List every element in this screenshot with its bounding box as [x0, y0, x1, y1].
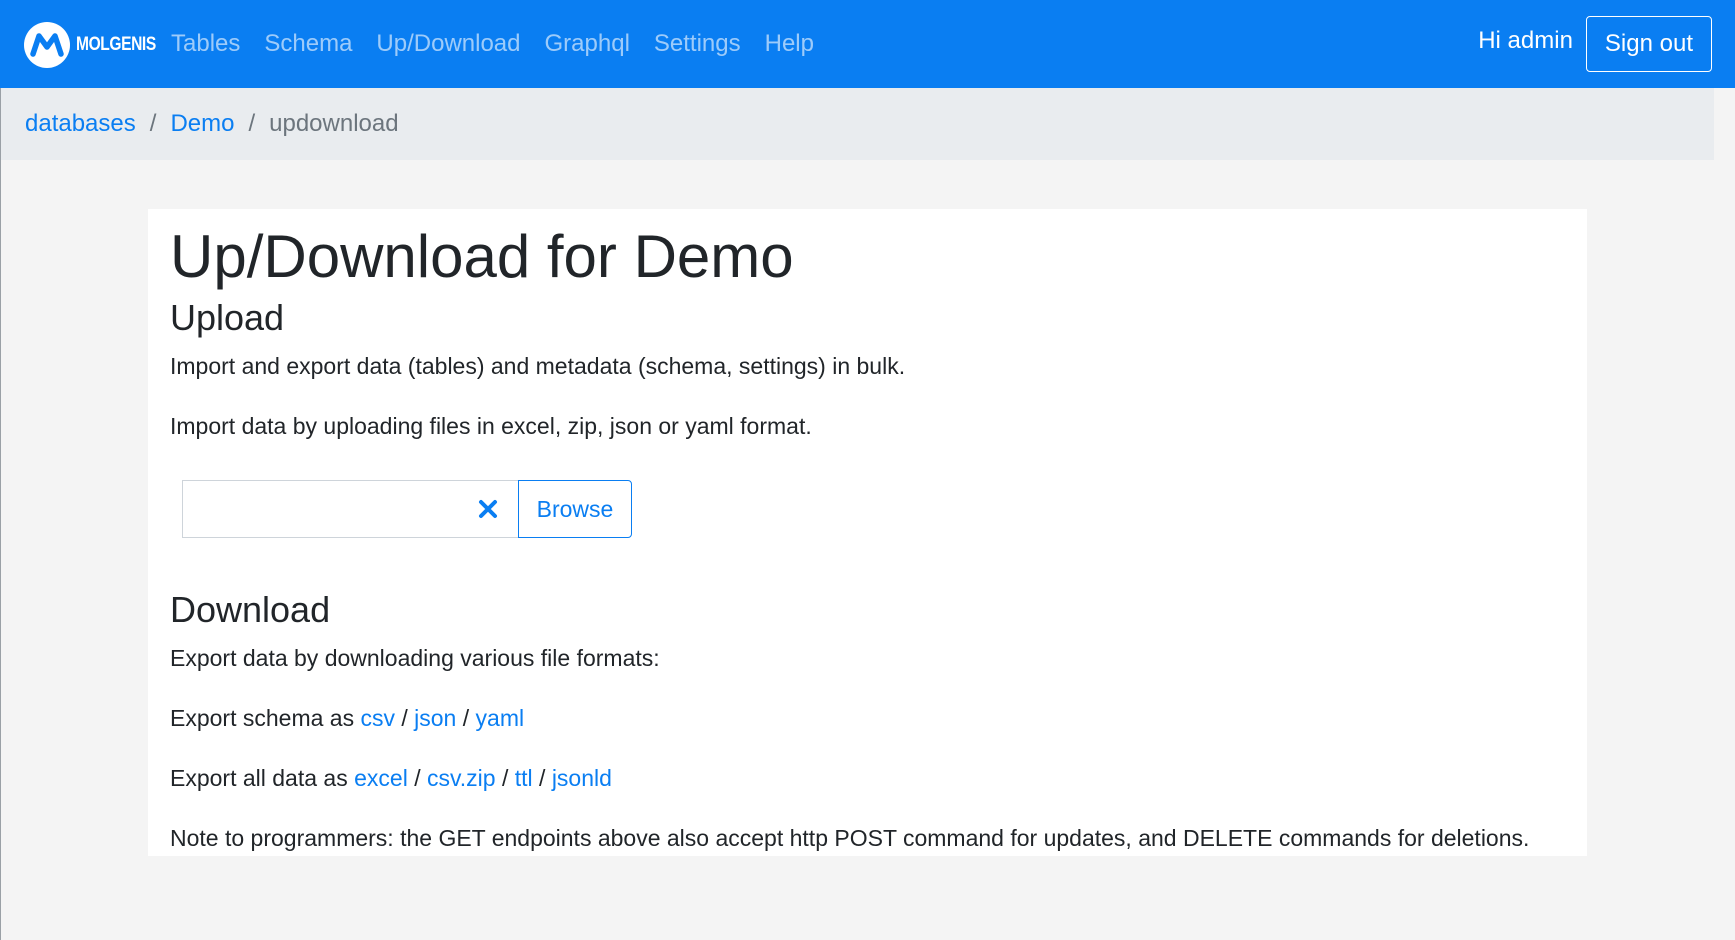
export-schema-yaml-link[interactable]: yaml	[476, 705, 525, 731]
export-data-label: Export all data as	[170, 765, 348, 791]
breadcrumb-separator: /	[248, 110, 256, 137]
export-schema-label: Export schema as	[170, 705, 355, 731]
browse-button[interactable]: Browse	[518, 480, 632, 538]
content-card: Up/Download for Demo Upload Import and e…	[148, 209, 1587, 856]
upload-instructions: Import data by uploading files in excel,…	[170, 413, 812, 439]
upload-intro: Import and export data (tables) and meta…	[170, 353, 906, 379]
account-area: Hi admin Sign out	[1478, 16, 1712, 72]
export-schema-json-link[interactable]: json	[414, 705, 456, 731]
upload-heading: Upload	[170, 297, 285, 338]
export-data-jsonld-link[interactable]: jsonld	[552, 765, 612, 791]
export-data-ttl-link[interactable]: ttl	[515, 765, 533, 791]
brand-name: MOLGENIS	[76, 34, 156, 55]
format-separator: /	[401, 705, 408, 731]
clear-icon[interactable]	[478, 499, 498, 519]
file-input[interactable]	[182, 480, 518, 538]
export-data-excel-link[interactable]: excel	[354, 765, 408, 791]
nav-link-updownload[interactable]: Up/Download	[376, 30, 520, 58]
export-data-line: Export all data as excel / csv.zip / ttl…	[170, 762, 612, 794]
nav-link-tables[interactable]: Tables	[171, 30, 240, 58]
programmer-note: Note to programmers: the GET endpoints a…	[170, 825, 1530, 851]
page-title: Up/Download for Demo	[170, 223, 794, 290]
download-heading: Download	[170, 589, 331, 630]
nav-link-schema[interactable]: Schema	[264, 30, 352, 58]
breadcrumb: databases / Demo / updownload	[1, 88, 1714, 160]
breadcrumb-current: updownload	[269, 110, 399, 137]
top-navbar: MOLGENIS Tables Schema Up/Download Graph…	[0, 0, 1735, 88]
main-nav: Tables Schema Up/Download Graphql Settin…	[171, 0, 838, 88]
format-separator: /	[539, 765, 546, 791]
user-greeting: Hi admin	[1478, 27, 1573, 54]
download-intro: Export data by downloading various file …	[170, 645, 660, 671]
nav-link-graphql[interactable]: Graphql	[545, 30, 630, 58]
nav-link-settings[interactable]: Settings	[654, 30, 741, 58]
format-separator: /	[462, 705, 470, 731]
export-data-csvzip-link[interactable]: csv.zip	[427, 765, 496, 791]
export-schema-csv-link[interactable]: csv	[360, 705, 395, 731]
format-separator: /	[414, 765, 421, 791]
breadcrumb-demo[interactable]: Demo	[170, 110, 234, 138]
breadcrumb-databases[interactable]: databases	[25, 110, 136, 138]
molgenis-logo-icon	[24, 22, 70, 68]
file-upload-group: Browse	[182, 480, 632, 538]
sign-out-button[interactable]: Sign out	[1585, 16, 1712, 72]
export-schema-line: Export schema as csv / json / yaml	[170, 702, 524, 734]
format-separator: /	[501, 765, 509, 791]
breadcrumb-separator: /	[149, 110, 157, 137]
brand-link[interactable]: MOLGENIS	[24, 22, 173, 68]
nav-link-help[interactable]: Help	[765, 30, 814, 58]
